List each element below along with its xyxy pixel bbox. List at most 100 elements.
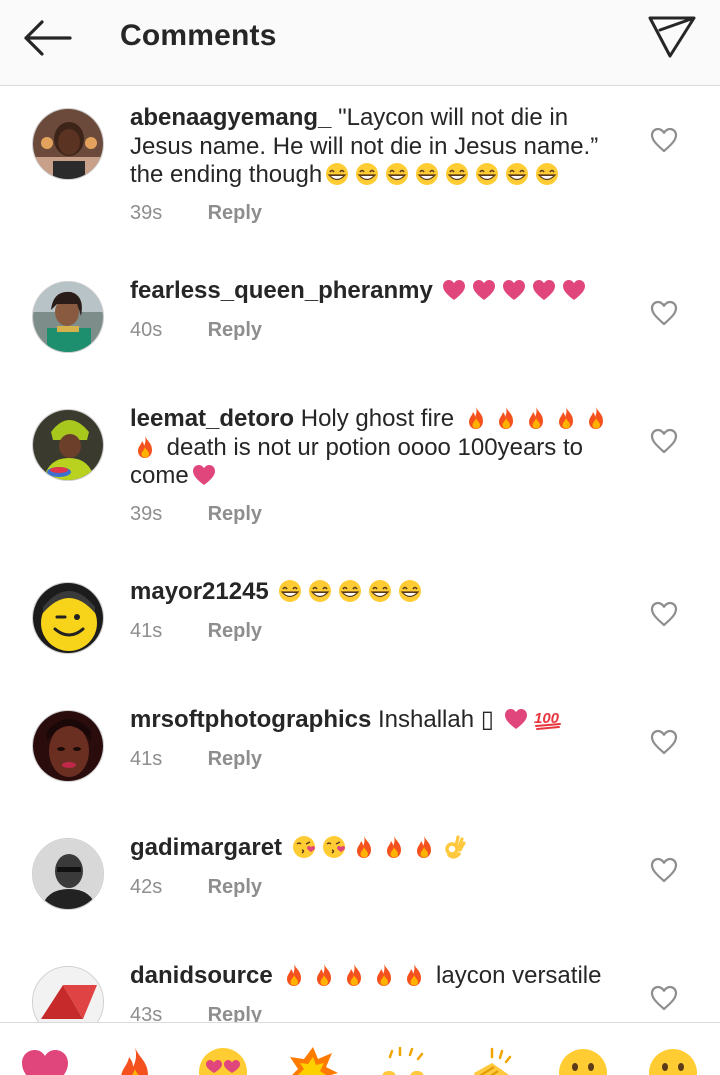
grin-emoji-icon bbox=[335, 578, 365, 605]
reply-button[interactable]: Reply bbox=[208, 620, 262, 642]
heart-outline-icon bbox=[650, 857, 678, 883]
comment-emojis bbox=[279, 962, 429, 989]
heart-emoji-icon bbox=[439, 277, 469, 304]
comment-body: Inshallah ▯ bbox=[378, 706, 494, 733]
avatar[interactable] bbox=[32, 710, 104, 782]
comments-list: abenaagyemang_ "Laycon will not die in J… bbox=[0, 86, 720, 1022]
like-button[interactable] bbox=[650, 985, 678, 1011]
heart-outline-icon bbox=[650, 729, 678, 755]
heart-emoji-icon bbox=[189, 462, 219, 489]
avatar[interactable] bbox=[32, 108, 104, 180]
comment-emojis bbox=[439, 277, 589, 304]
page-title: Comments bbox=[120, 19, 277, 52]
heart-outline-icon bbox=[650, 428, 678, 454]
comment-username[interactable]: danidsource bbox=[130, 962, 273, 989]
heart-outline-icon bbox=[650, 601, 678, 627]
comment-time: 39s bbox=[130, 503, 163, 525]
reply-button[interactable]: Reply bbox=[208, 748, 262, 770]
avatar[interactable] bbox=[32, 582, 104, 654]
kiss-emoji-icon bbox=[319, 834, 349, 861]
avatar[interactable] bbox=[32, 409, 104, 481]
reply-button[interactable]: Reply bbox=[208, 876, 262, 898]
heart-emoji-icon bbox=[559, 277, 589, 304]
like-button[interactable] bbox=[650, 857, 678, 883]
share-button[interactable] bbox=[644, 12, 700, 62]
quick-heart-button[interactable] bbox=[18, 1043, 72, 1075]
quick-boom-button[interactable] bbox=[286, 1043, 340, 1075]
comment-text: gadimargaret bbox=[130, 834, 635, 863]
smile-face-icon bbox=[559, 1049, 607, 1075]
paper-plane-icon bbox=[648, 16, 696, 58]
comment-meta: 41s Reply bbox=[130, 620, 262, 643]
heart-emoji-icon bbox=[499, 277, 529, 304]
grin-emoji-icon bbox=[502, 161, 532, 188]
comment-meta: 43s Reply bbox=[130, 1004, 262, 1022]
comment-time: 39s bbox=[130, 202, 163, 224]
fire-emoji-icon bbox=[379, 834, 409, 861]
comment-username[interactable]: abenaagyemang_ bbox=[130, 104, 331, 131]
comment-text: mayor21245 bbox=[130, 578, 635, 607]
raised-hands-icon bbox=[382, 1046, 424, 1075]
quick-heart-eyes-button[interactable] bbox=[196, 1043, 250, 1075]
reply-button[interactable]: Reply bbox=[208, 503, 262, 525]
comment-meta: 39s Reply bbox=[130, 202, 262, 225]
comment-username[interactable]: leemat_detoro bbox=[130, 405, 294, 432]
back-button[interactable] bbox=[20, 16, 76, 60]
like-button[interactable] bbox=[650, 428, 678, 454]
grin-emoji-icon bbox=[382, 161, 412, 188]
comment-time: 41s bbox=[130, 748, 163, 770]
grin-emoji-icon bbox=[365, 578, 395, 605]
quick-clap-button[interactable] bbox=[466, 1043, 520, 1075]
comment-meta: 42s Reply bbox=[130, 876, 262, 899]
fire-emoji-icon bbox=[369, 962, 399, 989]
heart-outline-icon bbox=[650, 985, 678, 1011]
like-button[interactable] bbox=[650, 601, 678, 627]
quick-smile-button[interactable] bbox=[556, 1043, 610, 1075]
comment-emojis bbox=[289, 834, 469, 861]
comment-meta: 41s Reply bbox=[130, 748, 262, 771]
avatar[interactable] bbox=[32, 281, 104, 353]
like-button[interactable] bbox=[650, 127, 678, 153]
reply-button[interactable]: Reply bbox=[208, 1004, 262, 1022]
like-button[interactable] bbox=[650, 729, 678, 755]
comment-username[interactable]: mrsoftphotographics bbox=[130, 706, 371, 733]
fire-emoji-icon bbox=[309, 962, 339, 989]
kiss-emoji-icon bbox=[289, 834, 319, 861]
hundred-emoji-icon: 100 bbox=[531, 706, 565, 733]
comment-emojis bbox=[275, 578, 425, 605]
heart-outline-icon bbox=[650, 300, 678, 326]
grin-emoji-icon bbox=[442, 161, 472, 188]
avatar[interactable] bbox=[32, 838, 104, 910]
comment-text: abenaagyemang_ "Laycon will not die in J… bbox=[130, 104, 635, 190]
comment-meta: 40s Reply bbox=[130, 319, 262, 342]
grin-emoji-icon bbox=[532, 161, 562, 188]
arrow-left-icon bbox=[24, 20, 72, 56]
comment-username[interactable]: mayor21245 bbox=[130, 578, 269, 605]
heart-outline-icon bbox=[650, 127, 678, 153]
avatar[interactable] bbox=[32, 966, 104, 1022]
fire-emoji-icon bbox=[581, 405, 611, 432]
fire-icon bbox=[121, 1047, 148, 1075]
comment-time: 41s bbox=[130, 620, 163, 642]
reply-button[interactable]: Reply bbox=[208, 319, 262, 341]
like-button[interactable] bbox=[650, 300, 678, 326]
comment-text: danidsource laycon versatile bbox=[130, 962, 635, 991]
grin-emoji-icon bbox=[395, 578, 425, 605]
comment-body: laycon versatile bbox=[436, 962, 602, 989]
fire-emoji-icon bbox=[409, 834, 439, 861]
comment-username[interactable]: gadimargaret bbox=[130, 834, 282, 861]
fire-emoji-icon bbox=[399, 962, 429, 989]
comment-time: 42s bbox=[130, 876, 163, 898]
boom-icon bbox=[290, 1047, 338, 1075]
heart-emoji-icon bbox=[529, 277, 559, 304]
smile-face-icon bbox=[649, 1049, 697, 1075]
comment-emojis bbox=[189, 462, 219, 489]
quick-fire-button[interactable] bbox=[108, 1043, 162, 1075]
quick-smile-button-2[interactable] bbox=[646, 1043, 700, 1075]
fire-emoji-icon bbox=[461, 405, 491, 432]
comment-username[interactable]: fearless_queen_pheranmy bbox=[130, 277, 433, 304]
comment-time: 40s bbox=[130, 319, 163, 341]
reply-button[interactable]: Reply bbox=[208, 202, 262, 224]
comment-meta: 39s Reply bbox=[130, 503, 262, 526]
quick-raised-hands-button[interactable] bbox=[376, 1043, 430, 1075]
